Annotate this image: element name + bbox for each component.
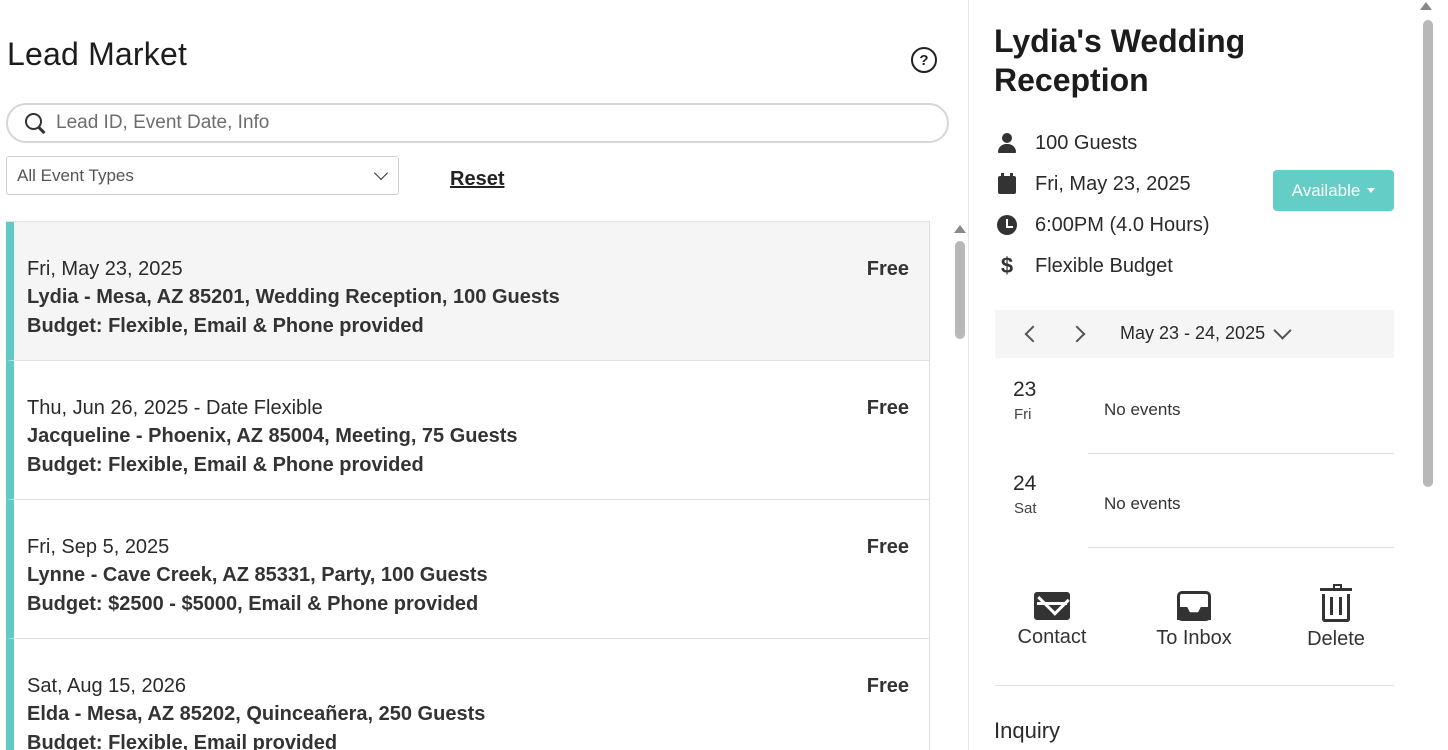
lead-date: Thu, Jun 26, 2025 - Date Flexible bbox=[27, 397, 323, 419]
lead-date: Sat, Aug 15, 2026 bbox=[27, 675, 187, 697]
lead-details: Budget: $2500 - $5000, Email & Phone pro… bbox=[27, 593, 479, 615]
day-name: Sat bbox=[1014, 500, 1037, 517]
calendar-header: May 23 - 24, 2025 bbox=[995, 310, 1394, 358]
lead-details: Budget: Flexible, Email & Phone provided bbox=[27, 315, 424, 337]
question-circle-icon[interactable]: ? bbox=[911, 47, 937, 73]
lead-info: Lynne - Cave Creek, AZ 85331, Party, 100… bbox=[27, 564, 488, 586]
calendar-range: May 23 - 24, 2025 bbox=[1120, 323, 1266, 343]
lead-info: Lydia - Mesa, AZ 85201, Wedding Receptio… bbox=[27, 286, 560, 308]
lead-details: Budget: Flexible, Email provided bbox=[27, 732, 338, 750]
person-icon bbox=[997, 132, 1017, 154]
lead-item[interactable]: Sat, Aug 15, 2026 Elda - Mesa, AZ 85202,… bbox=[6, 639, 930, 750]
day-number: 24 bbox=[1013, 472, 1037, 495]
lead-price: Free bbox=[866, 675, 909, 697]
list-scroll-up-arrow[interactable] bbox=[954, 225, 966, 233]
search-input[interactable] bbox=[56, 112, 916, 134]
lead-date: Fri, May 23, 2025 bbox=[27, 258, 183, 280]
inquiry-heading: Inquiry bbox=[994, 718, 1061, 743]
search-bar bbox=[6, 103, 949, 143]
search-icon bbox=[24, 112, 46, 134]
reset-link[interactable]: Reset bbox=[450, 168, 504, 191]
event-title: Lydia's Wedding Reception bbox=[994, 23, 1246, 98]
date-row: Fri, May 23, 2025 bbox=[997, 171, 1191, 197]
lead-details: Budget: Flexible, Email & Phone provided bbox=[27, 454, 424, 476]
day-name: Fri bbox=[1014, 406, 1032, 423]
event-type-selected: All Event Types bbox=[17, 165, 134, 185]
panel-scroll-up-arrow[interactable] bbox=[1420, 2, 1432, 10]
trash-icon bbox=[1320, 584, 1352, 622]
time-text: 6:00PM (4.0 Hours) bbox=[1035, 213, 1210, 236]
day-events: No events bbox=[1104, 400, 1181, 419]
lead-date: Fri, Sep 5, 2025 bbox=[27, 536, 170, 558]
divider bbox=[1088, 547, 1394, 548]
event-type-select[interactable]: All Event Types bbox=[6, 156, 399, 195]
day-events: No events bbox=[1104, 494, 1181, 513]
guests-row: 100 Guests bbox=[997, 130, 1137, 156]
status-dropdown-button[interactable]: Available bbox=[1273, 170, 1394, 211]
caret-down-icon bbox=[1367, 188, 1376, 193]
guests-text: 100 Guests bbox=[1035, 131, 1138, 154]
panel-scrollbar-thumb[interactable] bbox=[1423, 20, 1433, 487]
budget-row: $ Flexible Budget bbox=[997, 253, 1173, 279]
date-text: Fri, May 23, 2025 bbox=[1035, 172, 1191, 195]
contact-button[interactable]: Contact bbox=[997, 588, 1107, 649]
lead-item[interactable]: Fri, May 23, 2025 Lydia - Mesa, AZ 85201… bbox=[6, 222, 930, 361]
lead-item[interactable]: Thu, Jun 26, 2025 - Date Flexible Jacque… bbox=[6, 361, 930, 500]
day-number: 23 bbox=[1013, 378, 1037, 401]
lead-price: Free bbox=[866, 536, 909, 558]
to-inbox-button[interactable]: To Inbox bbox=[1139, 588, 1249, 650]
chevron-down-icon[interactable] bbox=[1273, 321, 1292, 340]
lead-info: Elda - Mesa, AZ 85202, Quinceañera, 250 … bbox=[27, 703, 486, 725]
lead-market-panel: Lead Market ? All Event Types Reset Fri,… bbox=[0, 0, 968, 750]
contact-label: Contact bbox=[1017, 626, 1087, 648]
delete-button[interactable]: Delete bbox=[1281, 584, 1391, 651]
divider bbox=[995, 685, 1394, 686]
time-row: 6:00PM (4.0 Hours) bbox=[997, 212, 1210, 238]
calendar-day: 24 Sat No events bbox=[995, 454, 1394, 548]
page-title: Lead Market bbox=[7, 36, 188, 72]
calendar-icon bbox=[997, 173, 1017, 195]
clock-icon bbox=[997, 214, 1017, 236]
to-inbox-label: To Inbox bbox=[1156, 627, 1232, 649]
status-label: Available bbox=[1291, 180, 1361, 200]
lead-item[interactable]: Fri, Sep 5, 2025 Lynne - Cave Creek, AZ … bbox=[6, 500, 930, 639]
lead-list: Fri, May 23, 2025 Lydia - Mesa, AZ 85201… bbox=[6, 221, 930, 750]
chevron-left-icon[interactable] bbox=[1024, 325, 1042, 343]
lead-detail-panel: Lydia's Wedding Reception 100 Guests Fri… bbox=[968, 0, 1448, 750]
budget-text: Flexible Budget bbox=[1035, 254, 1173, 277]
lead-info: Jacqueline - Phoenix, AZ 85004, Meeting,… bbox=[27, 425, 518, 447]
dollar-icon: $ bbox=[1000, 253, 1014, 278]
chevron-down-icon bbox=[373, 165, 389, 180]
delete-label: Delete bbox=[1307, 628, 1365, 650]
calendar-day: 23 Fri No events bbox=[995, 360, 1394, 454]
lead-price: Free bbox=[866, 397, 909, 419]
inbox-icon bbox=[1177, 591, 1211, 621]
lead-price: Free bbox=[866, 258, 909, 280]
chevron-right-icon[interactable] bbox=[1068, 325, 1086, 343]
list-scrollbar-thumb[interactable] bbox=[955, 241, 965, 339]
envelope-icon bbox=[1034, 592, 1070, 620]
